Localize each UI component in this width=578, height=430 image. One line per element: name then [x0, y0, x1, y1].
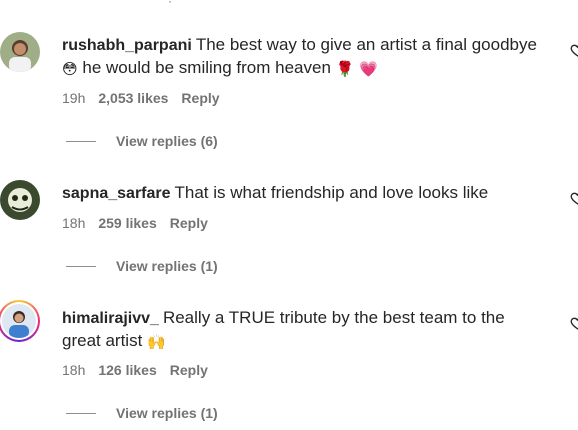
reply-button[interactable]: Reply [170, 215, 208, 231]
flushed-face-emoji: 😳 [62, 60, 78, 78]
comment-body-line2: he would be smiling from heaven [82, 58, 331, 77]
view-replies-label: View replies (1) [116, 405, 218, 421]
username-link[interactable]: rushabh_parpani [62, 37, 192, 54]
heart-icon[interactable] [570, 190, 578, 206]
likes-count[interactable]: 2,053 likes [98, 90, 168, 106]
reply-button[interactable]: Reply [181, 90, 219, 106]
divider [66, 140, 96, 142]
comment-meta: 18h 126 likes Reply [62, 362, 208, 378]
timestamp: 18h [62, 362, 86, 378]
view-replies-label: View replies (1) [116, 258, 218, 274]
clipped-previous-row: · [168, 0, 172, 8]
comment-body: That is what friendship and love looks l… [174, 183, 489, 202]
heart-icon[interactable] [570, 315, 578, 331]
comment-body: The best way to give an artist a final g… [195, 35, 537, 54]
comments-panel: · rushabh_parpani The best way to give an… [0, 0, 578, 430]
avatar[interactable] [0, 180, 40, 220]
avatar [2, 304, 36, 338]
divider [66, 265, 96, 267]
comment-text: rushabh_parpani The best way to give an a… [62, 34, 554, 80]
comment-body: Really a TRUE tribute by the best team t… [162, 308, 505, 327]
comment-meta: 19h 2,053 likes Reply [62, 90, 220, 106]
rose-emoji: 🌹 [335, 60, 355, 78]
view-replies-button[interactable]: View replies (6) [66, 133, 218, 149]
likes-count[interactable]: 259 likes [98, 215, 156, 231]
avatar[interactable] [0, 32, 40, 72]
comment-body-line2: great artist [62, 331, 143, 350]
raising-hands-emoji: 🙌 [147, 333, 166, 351]
avatar-story-ring[interactable] [0, 300, 40, 342]
username-link[interactable]: sapna_sarfare [62, 185, 171, 202]
view-replies-label: View replies (6) [116, 133, 218, 149]
comment-text: himalirajivv_ Really a TRUE tribute by th… [62, 307, 554, 353]
timestamp: 19h [62, 90, 86, 106]
comment-text: sapna_sarfare That is what friendship and… [62, 182, 554, 205]
username-link[interactable]: himalirajivv_ [62, 310, 159, 327]
view-replies-button[interactable]: View replies (1) [66, 258, 218, 274]
heart-icon[interactable] [570, 42, 578, 58]
reply-button[interactable]: Reply [170, 362, 208, 378]
timestamp: 18h [62, 215, 86, 231]
divider [66, 412, 96, 414]
comment-meta: 18h 259 likes Reply [62, 215, 208, 231]
likes-count[interactable]: 126 likes [98, 362, 156, 378]
heart-emoji: 💗 [359, 60, 378, 78]
view-replies-button[interactable]: View replies (1) [66, 405, 218, 421]
